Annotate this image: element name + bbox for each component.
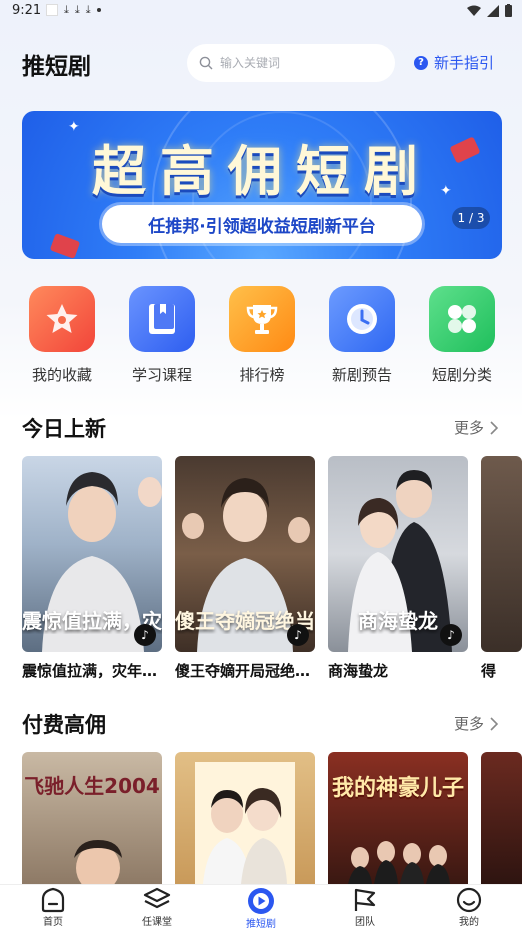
search-bar[interactable] xyxy=(187,44,395,82)
drama-title: 商海蛰龙 xyxy=(328,662,389,680)
nav-item-short-drama[interactable]: 推短剧 xyxy=(221,885,301,928)
download-icon: ⤓ xyxy=(85,3,91,16)
bottom-nav: 首页 任课堂 推短剧 团队 我的 xyxy=(0,884,522,928)
poster-figure xyxy=(195,762,295,884)
clock-icon xyxy=(329,286,395,352)
drama-card[interactable]: 傻王夺嫡冠绝当 ♪ 傻王夺嫡开局冠绝当世 xyxy=(175,456,315,681)
paid-drama-card[interactable] xyxy=(481,752,522,884)
system-icons xyxy=(467,4,512,17)
download-icon: ⤓ xyxy=(74,3,80,16)
poster-figure xyxy=(348,841,450,884)
drama-poster xyxy=(481,456,522,652)
banner-title: 超高佣短剧 xyxy=(92,140,432,203)
drama-title: 震惊值拉满，灾年我靠系统… xyxy=(22,662,162,680)
quick-menu: 我的收藏 学习课程 排行榜 新剧预告 短剧分类 xyxy=(22,286,502,386)
team-flag-icon xyxy=(351,887,379,913)
nav-item-home[interactable]: 首页 xyxy=(13,885,93,928)
trophy-icon xyxy=(229,286,295,352)
status-bar: 9:21 ⤓ ⤓ ⤓ xyxy=(0,0,522,22)
home-icon xyxy=(39,887,67,913)
more-label: 更多 xyxy=(453,419,484,437)
nav-label: 首页 xyxy=(43,917,63,928)
tiktok-icon: ♪ xyxy=(287,624,309,646)
red-envelope-icon xyxy=(49,233,81,259)
signal-icon xyxy=(487,4,499,17)
wifi-icon xyxy=(467,5,481,16)
paid-drama-card[interactable]: 我的神豪儿子 xyxy=(328,752,468,884)
category-icon xyxy=(429,286,495,352)
paid-drama-card[interactable]: 飞驰人生2004 xyxy=(22,752,162,884)
more-label: 更多 xyxy=(453,715,484,733)
help-icon: ? xyxy=(414,55,428,70)
menu-item-categories[interactable]: 短剧分类 xyxy=(422,286,502,385)
paid-drama-card[interactable] xyxy=(175,752,315,884)
drama-card[interactable]: 商海蛰龙 ♪ 商海蛰龙 xyxy=(328,456,468,681)
tiktok-icon: ♪ xyxy=(440,624,462,646)
page-title: 推短剧 xyxy=(22,54,91,80)
section-title-today-new: 今日上新 xyxy=(22,417,106,441)
chevron-right-icon xyxy=(490,716,498,731)
nav-item-profile[interactable]: 我的 xyxy=(429,885,509,928)
banner-subtitle: 任推邦·引领超收益短剧新平台 xyxy=(102,205,422,243)
today-new-more-link[interactable]: 更多 xyxy=(454,417,498,438)
drama-poster: 商海蛰龙 ♪ xyxy=(328,456,468,652)
drama-card[interactable]: 得 xyxy=(481,456,522,681)
star-icon xyxy=(29,286,95,352)
status-time: 9:21 xyxy=(12,3,42,18)
download-icon: ⤓ xyxy=(64,3,69,16)
menu-item-favorites[interactable]: 我的收藏 xyxy=(22,286,102,385)
poster-figure xyxy=(74,840,122,884)
more-notifications-dot-icon xyxy=(96,8,101,12)
chevron-right-icon xyxy=(490,420,498,435)
tiktok-icon: ♪ xyxy=(134,624,156,646)
menu-item-label: 学习课程 xyxy=(131,366,192,384)
profile-smile-icon xyxy=(455,887,483,913)
menu-item-upcoming[interactable]: 新剧预告 xyxy=(322,286,402,385)
menu-item-courses[interactable]: 学习课程 xyxy=(122,286,202,385)
search-icon xyxy=(199,56,213,70)
notification-square-icon xyxy=(46,4,58,16)
book-icon xyxy=(129,286,195,352)
drama-title: 得 xyxy=(481,662,497,680)
drama-poster: 傻王夺嫡冠绝当 ♪ xyxy=(175,456,315,652)
menu-item-ranking[interactable]: 排行榜 xyxy=(222,286,302,385)
menu-item-label: 排行榜 xyxy=(239,366,285,384)
notification-icons: ⤓ ⤓ ⤓ xyxy=(46,4,101,16)
menu-item-label: 短剧分类 xyxy=(431,366,492,384)
paid-high-more-link[interactable]: 更多 xyxy=(454,713,498,734)
banner-page-indicator: 1 / 3 xyxy=(452,207,490,229)
nav-item-team[interactable]: 团队 xyxy=(325,885,405,928)
search-input[interactable] xyxy=(220,56,380,70)
nav-label: 推短剧 xyxy=(246,919,276,928)
drama-title: 傻王夺嫡开局冠绝当世 xyxy=(175,662,315,680)
section-title-paid-high: 付费高佣 xyxy=(22,713,106,737)
promo-banner[interactable]: ✦ ✦ 超高佣短剧 任推邦·引领超收益短剧新平台 1 / 3 xyxy=(22,111,502,259)
drama-poster: 震惊值拉满，灾荒年我靠系统 ♪ xyxy=(22,456,162,652)
nav-label: 团队 xyxy=(355,917,375,928)
battery-icon xyxy=(505,4,512,17)
menu-item-label: 新剧预告 xyxy=(331,366,392,384)
nav-label: 我的 xyxy=(459,917,479,928)
beginner-guide-link[interactable]: ? 新手指引 xyxy=(414,52,494,73)
classroom-icon xyxy=(143,887,171,913)
nav-label: 任课堂 xyxy=(142,917,172,928)
drama-card[interactable]: 震惊值拉满，灾荒年我靠系统 ♪ 震惊值拉满，灾年我靠系统… xyxy=(22,456,162,681)
nav-item-classroom[interactable]: 任课堂 xyxy=(117,885,197,928)
play-icon xyxy=(247,887,275,915)
beginner-guide-label: 新手指引 xyxy=(434,54,495,72)
menu-item-label: 我的收藏 xyxy=(31,366,92,384)
